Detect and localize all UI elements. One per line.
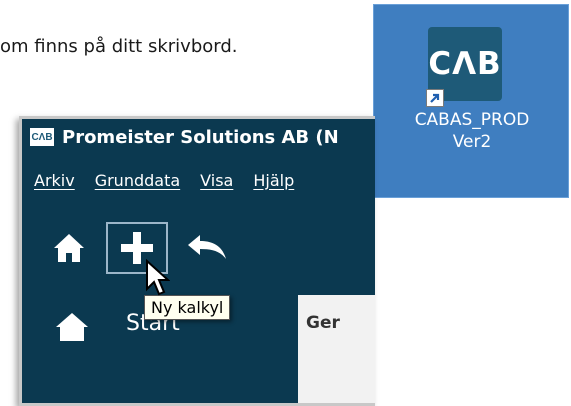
window-title: Promeister Solutions AB (N <box>62 126 339 148</box>
shortcut-label-line2: Ver2 <box>452 132 492 152</box>
start-home-icon[interactable] <box>54 311 90 343</box>
app-window: CΛB Promeister Solutions AB (N Arkiv Gru… <box>19 116 375 406</box>
shortcut-arrow-icon <box>426 89 444 107</box>
home-icon[interactable] <box>52 231 86 265</box>
mouse-cursor-icon <box>144 258 171 297</box>
shortcut-label-line1: CABAS_PROD <box>414 110 530 130</box>
menu-arkiv[interactable]: Arkiv <box>34 171 75 190</box>
menu-visa[interactable]: Visa <box>200 171 233 190</box>
menu-bar: Arkiv Grunddata Visa Hjälp <box>22 155 375 205</box>
menu-hjalp[interactable]: Hjälp <box>253 171 294 190</box>
title-bar[interactable]: CΛB Promeister Solutions AB (N <box>22 119 375 155</box>
intro-text: om finns på ditt skrivbord. <box>0 36 238 57</box>
app-logo: CΛB <box>30 128 54 146</box>
menu-grunddata[interactable]: Grunddata <box>95 171 180 190</box>
tooltip-new-calculation: Ny kalkyl <box>144 295 231 320</box>
shortcut-label: CABAS_PROD Ver2 <box>374 109 570 153</box>
content-pane: Ger <box>298 295 375 403</box>
content-label: Ger <box>306 313 340 333</box>
back-arrow-icon[interactable] <box>186 233 228 263</box>
desktop-shortcut[interactable]: CΛB CABAS_PROD Ver2 <box>373 4 569 198</box>
